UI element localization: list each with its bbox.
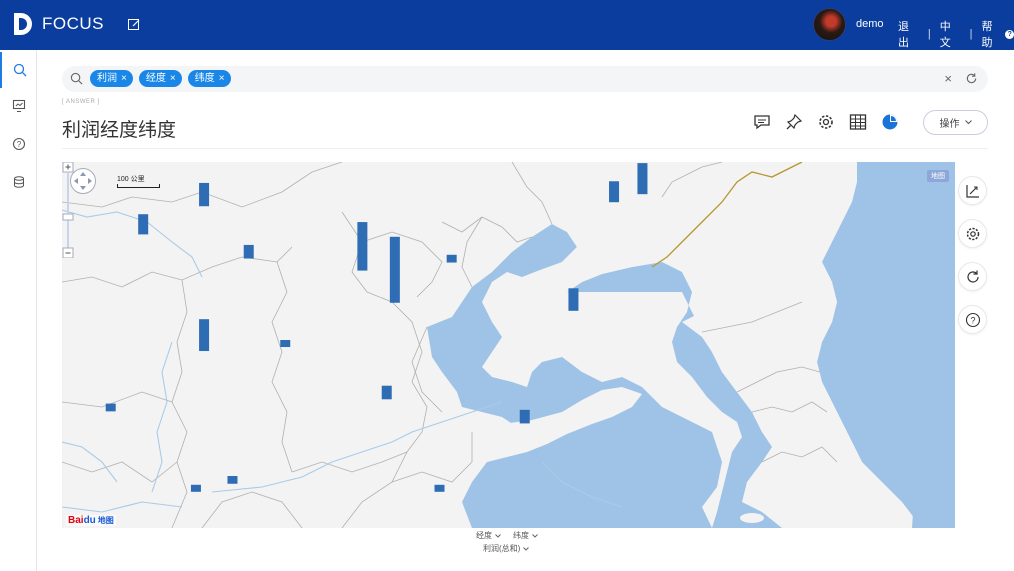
language-link[interactable]: 中文 — [940, 18, 961, 50]
profit-bar[interactable] — [190, 484, 201, 492]
logo-icon — [14, 13, 32, 35]
pan-arrows-icon — [74, 172, 92, 190]
help-button[interactable]: ? — [958, 305, 987, 334]
map-type-button[interactable]: 地图 — [927, 170, 949, 182]
edit-icon[interactable] — [127, 17, 141, 31]
tag-remove-icon[interactable]: × — [219, 70, 225, 87]
profit-bar[interactable] — [609, 181, 620, 203]
search-bar[interactable]: 利润 × 经度 × 纬度 × × — [62, 66, 988, 92]
dashboard-icon — [12, 99, 25, 112]
rail-data[interactable] — [0, 164, 37, 200]
search-tag[interactable]: 纬度 × — [187, 70, 231, 87]
profit-bar[interactable] — [243, 244, 254, 259]
profit-bar[interactable] — [280, 340, 291, 348]
profit-bar[interactable] — [434, 484, 445, 492]
map-canvas[interactable] — [62, 162, 955, 528]
search-tag[interactable]: 利润 × — [90, 70, 133, 87]
gear-icon[interactable] — [816, 112, 836, 132]
profit-bar[interactable] — [357, 222, 368, 271]
clear-icon[interactable]: × — [944, 71, 952, 86]
chevron-down-icon — [495, 533, 501, 538]
profit-bar[interactable] — [105, 403, 116, 412]
axis-selectors: 经度 纬度 — [476, 530, 538, 541]
avatar[interactable] — [813, 8, 846, 41]
left-rail: ? — [0, 50, 37, 571]
chevron-down-icon — [964, 120, 972, 125]
settings-button[interactable] — [958, 219, 987, 248]
help-link[interactable]: 帮助 — [982, 18, 1003, 50]
settings-icon — [966, 227, 979, 240]
profit-bar[interactable] — [446, 254, 457, 263]
y-axis-label: 纬度 — [513, 531, 529, 540]
tag-label: 纬度 — [194, 73, 215, 84]
help-icon: ? — [965, 312, 980, 327]
profit-bar[interactable] — [227, 475, 238, 484]
map-chart[interactable]: 100 公里 地图 Baidu 地图 — [62, 162, 955, 528]
baidu-logo: Baidu 地图 — [66, 515, 116, 526]
profit-bar[interactable] — [199, 182, 210, 207]
pie-chart-icon[interactable] — [880, 112, 900, 132]
measure-label: 利润(总和) — [483, 544, 521, 553]
measure-selectors: 利润(总和) — [483, 543, 530, 554]
comment-icon[interactable] — [752, 112, 772, 132]
toolbar — [752, 112, 900, 132]
answer-label: [ ANSWER ] — [62, 99, 100, 105]
separator: | — [969, 28, 973, 40]
separator: | — [927, 28, 931, 40]
refresh-icon — [966, 270, 979, 283]
logout-link[interactable]: 退出 — [898, 18, 919, 50]
x-axis-label: 经度 — [476, 531, 492, 540]
table-icon[interactable] — [848, 112, 868, 132]
zoom-slider[interactable] — [62, 162, 74, 258]
page-title: 利润经度纬度 — [62, 120, 177, 141]
search-tag[interactable]: 经度 × — [138, 70, 182, 87]
refresh-button[interactable] — [958, 262, 987, 291]
profit-bar[interactable] — [381, 385, 392, 400]
rail-dashboard[interactable] — [0, 88, 37, 124]
operate-label: 操作 — [939, 119, 960, 130]
svg-text:?: ? — [16, 140, 21, 149]
refresh-icon[interactable] — [965, 72, 978, 85]
tag-label: 利润 — [97, 73, 117, 84]
question-icon: ? — [12, 137, 25, 151]
logo-text: FOCUS — [42, 14, 104, 33]
profit-bar[interactable] — [199, 319, 210, 352]
profit-bar[interactable] — [568, 288, 579, 311]
rail-search[interactable] — [0, 52, 37, 88]
top-bar: FOCUS demo 退出 | 中文 | 帮助 ? — [0, 0, 1014, 50]
database-icon — [13, 176, 24, 188]
search-icon — [13, 63, 26, 77]
tag-remove-icon[interactable]: × — [121, 70, 127, 87]
logo[interactable]: FOCUS — [12, 11, 104, 37]
username[interactable]: demo — [856, 18, 884, 30]
chevron-down-icon — [532, 533, 538, 538]
chevron-down-icon — [523, 546, 530, 551]
measure-select[interactable]: 利润(总和) — [483, 543, 530, 554]
svg-text:?: ? — [970, 315, 975, 325]
profit-bar[interactable] — [519, 409, 530, 424]
rail-help[interactable]: ? — [0, 126, 37, 162]
profit-bar[interactable] — [138, 214, 149, 235]
tag-label: 经度 — [145, 73, 166, 84]
jeju-island — [740, 513, 764, 523]
profit-bar[interactable] — [389, 236, 400, 303]
scale-bar — [117, 184, 160, 188]
x-axis-select[interactable]: 经度 — [476, 530, 501, 541]
operate-button[interactable]: 操作 — [923, 110, 988, 135]
y-axis-select[interactable]: 纬度 — [513, 530, 538, 541]
sea-south — [912, 442, 955, 528]
scale-label: 100 公里 — [117, 176, 145, 183]
axis-icon — [965, 184, 979, 198]
tag-remove-icon[interactable]: × — [170, 70, 176, 87]
help-icon[interactable]: ? — [1005, 29, 1014, 39]
divider — [62, 148, 988, 149]
profit-bar[interactable] — [637, 163, 648, 195]
pin-icon[interactable] — [784, 112, 804, 132]
search-icon — [70, 72, 83, 85]
axis-button[interactable] — [958, 176, 987, 205]
